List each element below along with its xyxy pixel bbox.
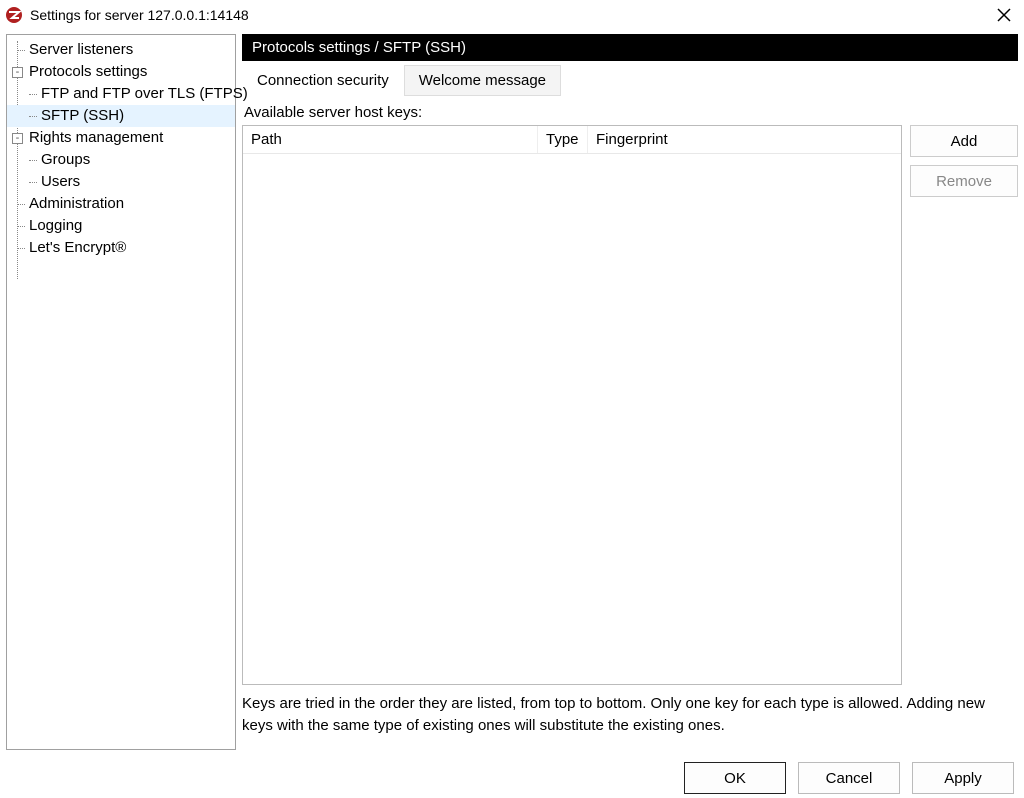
tree-item-label: Server listeners <box>29 41 133 58</box>
tree-item-label: Logging <box>29 217 82 234</box>
table-body[interactable] <box>243 154 901 684</box>
tree-item-label: Users <box>41 173 80 190</box>
column-fingerprint[interactable]: Fingerprint <box>588 126 901 153</box>
tree-item-rights-management[interactable]: - Rights management <box>7 127 235 149</box>
collapse-icon[interactable]: - <box>12 67 23 78</box>
tree-item-label: Groups <box>41 151 90 168</box>
app-icon <box>4 5 24 25</box>
tree-item-label: SFTP (SSH) <box>41 107 124 124</box>
tree-item-groups[interactable]: Groups <box>7 149 235 171</box>
dialog-footer: OK Cancel Apply <box>684 762 1014 794</box>
tree-item-label: Rights management <box>29 129 163 146</box>
main-panel: Protocols settings / SFTP (SSH) Connecti… <box>242 34 1018 750</box>
tree-item-label: Administration <box>29 195 124 212</box>
table-header: Path Type Fingerprint <box>243 126 901 154</box>
settings-tree[interactable]: Server listeners - Protocols settings FT… <box>6 34 236 750</box>
tree-item-protocols-settings[interactable]: - Protocols settings <box>7 61 235 83</box>
panel-breadcrumb: Protocols settings / SFTP (SSH) <box>242 34 1018 61</box>
tab-bar: Connection security Welcome message <box>242 65 1018 96</box>
tree-item-administration[interactable]: Administration <box>7 193 235 215</box>
tab-connection-security[interactable]: Connection security <box>242 65 404 96</box>
tree-item-ftp-ftps[interactable]: FTP and FTP over TLS (FTPS) <box>7 83 235 105</box>
host-keys-label: Available server host keys: <box>244 104 1018 121</box>
tree-item-sftp-ssh[interactable]: SFTP (SSH) <box>7 105 235 127</box>
remove-button[interactable]: Remove <box>910 165 1018 197</box>
tree-item-label: Let's Encrypt® <box>29 239 126 256</box>
cancel-button[interactable]: Cancel <box>798 762 900 794</box>
host-keys-table[interactable]: Path Type Fingerprint <box>242 125 902 685</box>
tree-item-label: Protocols settings <box>29 63 147 80</box>
column-type[interactable]: Type <box>538 126 588 153</box>
collapse-icon[interactable]: - <box>12 133 23 144</box>
add-button[interactable]: Add <box>910 125 1018 157</box>
column-path[interactable]: Path <box>243 126 538 153</box>
window-title: Settings for server 127.0.0.1:14148 <box>30 7 990 23</box>
title-bar: Settings for server 127.0.0.1:14148 <box>0 0 1024 30</box>
tree-item-label: FTP and FTP over TLS (FTPS) <box>41 85 248 102</box>
host-keys-hint: Keys are tried in the order they are lis… <box>242 693 1018 737</box>
apply-button[interactable]: Apply <box>912 762 1014 794</box>
tree-item-server-listeners[interactable]: Server listeners <box>7 39 235 61</box>
close-button[interactable] <box>990 1 1018 29</box>
tree-item-users[interactable]: Users <box>7 171 235 193</box>
tree-item-logging[interactable]: Logging <box>7 215 235 237</box>
close-icon <box>997 8 1011 22</box>
ok-button[interactable]: OK <box>684 762 786 794</box>
tab-welcome-message[interactable]: Welcome message <box>404 65 561 96</box>
tree-item-lets-encrypt[interactable]: Let's Encrypt® <box>7 237 235 259</box>
